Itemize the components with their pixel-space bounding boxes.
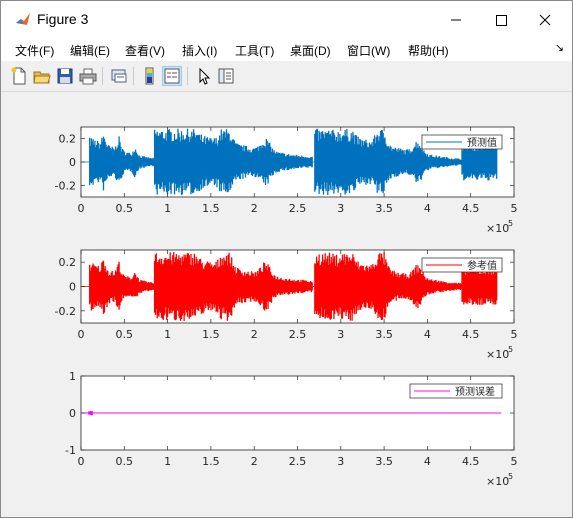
x-tick-label: 0 bbox=[78, 328, 85, 341]
x-tick-label: 2.5 bbox=[289, 328, 307, 341]
x-tick-label: 5 bbox=[511, 328, 518, 341]
toolbar-separator bbox=[102, 67, 103, 85]
x-tick-label: 3.5 bbox=[375, 328, 393, 341]
colorbar-icon[interactable] bbox=[140, 66, 160, 86]
x-tick-label: 2 bbox=[251, 328, 258, 341]
window-title: Figure 3 bbox=[37, 11, 89, 27]
legend-label: 预测值 bbox=[467, 136, 497, 149]
x-tick-label: 5 bbox=[511, 202, 518, 215]
x-tick-label: 2 bbox=[251, 455, 258, 468]
x-tick-label: 2.5 bbox=[289, 455, 307, 468]
menu-file[interactable]: 文件(F) bbox=[15, 42, 54, 59]
x-exponent-power: 5 bbox=[508, 219, 513, 228]
toolbar-separator bbox=[133, 67, 134, 85]
x-tick-label: 4.5 bbox=[462, 202, 480, 215]
plots-svg: 0 0.5 1 1.5 2 2.5 3 3.5 4 4.5 50.20-0.2×105预测值0 0.5… bbox=[55, 126, 518, 488]
new-figure-icon[interactable] bbox=[9, 66, 29, 86]
x-exponent-power: 5 bbox=[508, 345, 513, 354]
x-tick-label: 1.5 bbox=[202, 455, 220, 468]
x-tick-label: 1.5 bbox=[202, 328, 220, 341]
menu-insert[interactable]: 插入(I) bbox=[182, 42, 217, 59]
x-tick-label: 5 bbox=[511, 455, 518, 468]
x-exponent-label: ×10 bbox=[486, 475, 509, 488]
menu-view[interactable]: 查看(V) bbox=[125, 42, 165, 59]
toolbar-separator bbox=[187, 67, 188, 85]
x-tick-label: 1 bbox=[164, 455, 171, 468]
x-tick-label: 1 bbox=[164, 202, 171, 215]
x-tick-label: 0.5 bbox=[116, 455, 134, 468]
y-tick-label: 0 bbox=[69, 156, 76, 169]
x-tick-label: 0.5 bbox=[116, 202, 134, 215]
x-tick-label: 2 bbox=[251, 202, 258, 215]
menu-help[interactable]: 帮助(H) bbox=[408, 42, 449, 59]
x-tick-label: 3.5 bbox=[375, 202, 393, 215]
x-exponent-label: ×10 bbox=[486, 348, 509, 361]
x-tick-label: 3 bbox=[337, 455, 344, 468]
y-tick-label: -0.2 bbox=[55, 305, 76, 318]
y-tick-label: 0 bbox=[69, 281, 76, 294]
close-icon bbox=[539, 14, 551, 26]
x-tick-label: 0 bbox=[78, 202, 85, 215]
y-tick-label: 1 bbox=[69, 370, 76, 383]
y-tick-label: 0.2 bbox=[59, 256, 77, 269]
matlab-icon bbox=[16, 13, 30, 25]
figure-toolbar bbox=[1, 61, 572, 92]
y-tick-label: -1 bbox=[65, 444, 76, 457]
x-tick-label: 1 bbox=[164, 328, 171, 341]
property-editor-icon[interactable] bbox=[216, 66, 236, 86]
link-icon[interactable] bbox=[109, 66, 129, 86]
close-button[interactable] bbox=[525, 1, 571, 39]
maximize-icon bbox=[496, 15, 507, 26]
x-tick-label: 3.5 bbox=[375, 455, 393, 468]
figure-window: Figure 3 文件(F) 编辑(E) 查看(V) 插入(I) 工具(T) 桌… bbox=[0, 0, 573, 518]
x-tick-label: 4.5 bbox=[462, 455, 480, 468]
x-tick-label: 4 bbox=[424, 328, 431, 341]
legend-icon[interactable] bbox=[162, 66, 182, 86]
menu-edit[interactable]: 编辑(E) bbox=[70, 42, 110, 59]
x-tick-label: 4 bbox=[424, 455, 431, 468]
menu-bar: 文件(F) 编辑(E) 查看(V) 插入(I) 工具(T) 桌面(D) 窗口(W… bbox=[1, 39, 572, 61]
maximize-button[interactable] bbox=[479, 1, 525, 39]
minimize-button[interactable] bbox=[433, 1, 479, 39]
x-tick-label: 4 bbox=[424, 202, 431, 215]
legend-label: 预测误差 bbox=[455, 385, 495, 398]
y-tick-label: -0.2 bbox=[55, 179, 76, 192]
y-tick-label: 0 bbox=[69, 407, 76, 420]
menu-tools[interactable]: 工具(T) bbox=[235, 42, 274, 59]
menu-window[interactable]: 窗口(W) bbox=[347, 42, 390, 59]
minimize-icon bbox=[451, 19, 461, 21]
x-tick-label: 3 bbox=[337, 202, 344, 215]
pointer-icon[interactable] bbox=[194, 66, 214, 86]
x-tick-label: 0.5 bbox=[116, 328, 134, 341]
save-icon[interactable] bbox=[55, 66, 75, 86]
x-tick-label: 3 bbox=[337, 328, 344, 341]
x-exponent-label: ×10 bbox=[486, 222, 509, 235]
x-tick-label: 4.5 bbox=[462, 328, 480, 341]
title-bar: Figure 3 bbox=[1, 1, 572, 39]
open-icon[interactable] bbox=[32, 66, 52, 86]
x-tick-label: 1.5 bbox=[202, 202, 220, 215]
y-tick-label: 0.2 bbox=[59, 133, 77, 146]
menu-dock-arrow-icon[interactable]: ↘ bbox=[555, 41, 564, 54]
x-exponent-power: 5 bbox=[508, 472, 513, 481]
menu-desktop[interactable]: 桌面(D) bbox=[290, 42, 331, 59]
print-icon[interactable] bbox=[78, 66, 98, 86]
legend-label: 参考值 bbox=[467, 259, 497, 272]
figure-canvas: 0 0.5 1 1.5 2 2.5 3 3.5 4 4.5 5 0.2 0 -0.2 ×10 5 预测值 0 0.5… bbox=[1, 92, 572, 517]
x-tick-label: 2.5 bbox=[289, 202, 307, 215]
x-tick-label: 0 bbox=[78, 455, 85, 468]
